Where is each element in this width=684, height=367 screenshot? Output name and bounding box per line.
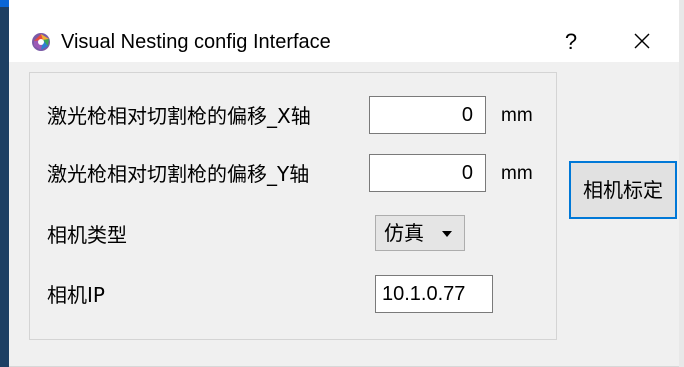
camera-type-label: 相机类型: [47, 223, 127, 247]
close-icon[interactable]: [625, 24, 659, 58]
offset-x-input[interactable]: 0: [369, 96, 486, 134]
offset-y-unit: mm: [501, 163, 533, 184]
background-window-accent: [0, 0, 9, 7]
app-icon: [32, 33, 50, 51]
window-title: Visual Nesting config Interface: [61, 31, 331, 53]
window-shadow: [679, 0, 684, 367]
camera-type-select[interactable]: 仿真: [375, 215, 465, 251]
dialog-client-area: 激光枪相对切割枪的偏移_X轴 0 mm 激光枪相对切割枪的偏移_Y轴 0 mm …: [9, 62, 679, 366]
offset-y-input[interactable]: 0: [369, 154, 486, 192]
offset-x-unit: mm: [501, 105, 533, 126]
help-button[interactable]: ?: [557, 26, 585, 58]
camera-ip-label: 相机IP: [47, 283, 105, 307]
offset-y-label: 激光枪相对切割枪的偏移_Y轴: [47, 162, 310, 186]
camera-ip-input[interactable]: 10.1.0.77: [375, 275, 493, 313]
background-window-edge: [0, 0, 9, 367]
camera-type-value: 仿真: [384, 221, 424, 245]
chevron-down-icon: [442, 231, 452, 237]
offset-x-label: 激光枪相对切割枪的偏移_X轴: [47, 104, 311, 128]
camera-calibrate-button[interactable]: 相机标定: [569, 161, 677, 219]
